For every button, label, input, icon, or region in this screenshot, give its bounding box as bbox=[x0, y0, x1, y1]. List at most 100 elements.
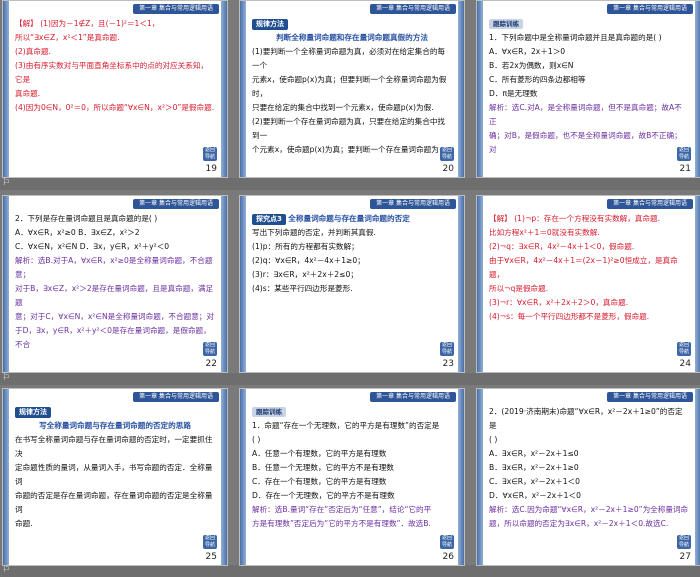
slide-text-line: 由于∀x∈R，4x²－4x＋1＝(2x－1)²≥0恒成立，是真命题， bbox=[489, 256, 678, 279]
return-nav-button[interactable]: 返回导航 bbox=[440, 342, 454, 356]
page-number: 25 bbox=[205, 552, 217, 562]
slide-text-line: 写出下列命题的否定，并判断其真假. bbox=[252, 228, 376, 237]
slide-text-line: (4)¬s：每一个平行四边形都不是菱形，假命题. bbox=[489, 312, 650, 321]
slide-text-line: 1．命题“存在一个无理数，它的平方是有理数”的否定是 bbox=[252, 421, 440, 430]
slide-text-line: 比如方程x²＋1＝0就没有实数解. bbox=[489, 228, 600, 237]
slide-text-line: 方是有理数”否定后为“它的平方不是有理数”．故选B. bbox=[252, 519, 431, 528]
page-number: 24 bbox=[679, 359, 691, 369]
slide-text-line: 命题的否定是存在量词命题，存在量词命题的否定是全称量词 bbox=[15, 491, 213, 514]
slide-text-line: 解析：选B.量词“存在”否定后为“任意”，结论“它的平 bbox=[252, 505, 432, 514]
return-nav-button[interactable]: 返回导航 bbox=[677, 147, 691, 161]
page-number: 19 bbox=[205, 164, 217, 174]
section-tag: 探究点3 bbox=[252, 214, 286, 225]
slide-text-line: 题，所以命题的否定为∃x∈R，x²－2x＋1＜0.故选C. bbox=[489, 519, 669, 528]
slide-text-line: 【解】 (1)¬p：存在一个方程没有实数解，真命题. bbox=[489, 214, 661, 223]
slide-left-border bbox=[240, 1, 246, 177]
slide-text-line: D．π是无理数 bbox=[489, 89, 538, 98]
flag-icon[interactable]: ⚐ bbox=[2, 565, 10, 575]
slide-left-border bbox=[477, 1, 483, 177]
slide-text-line: 所以“∃x∈Z，x²＜1”是真命题. bbox=[15, 33, 120, 42]
section-tag: 跟踪训练 bbox=[489, 19, 523, 29]
slide-thumbnail[interactable]: 第一章 集合与常用逻辑用语 规律方法 写全称量词命题与存在量词命题的否定的思路 在书… bbox=[2, 388, 228, 566]
return-nav-button[interactable]: 返回导航 bbox=[677, 342, 691, 356]
slide-thumbnail[interactable]: 第一章 集合与常用逻辑用语 【解】 (1)因为－1∉Z，且(－1)²＝1＜1， 所以… bbox=[2, 0, 228, 178]
slide-text-line: 所以¬q是假命题. bbox=[489, 284, 549, 293]
slide-text-line: (4)s：某些平行四边形是菱形. bbox=[252, 284, 353, 293]
slide-thumbnail[interactable]: 第一章 集合与常用逻辑用语 跟踪训练 1．下列命题中是全称量词命题并且是真命题的是… bbox=[476, 0, 700, 178]
slide-text-line: 2．(2019·济南期末)命题“∀x∈R，x²－2x＋1≥0”的否定是 bbox=[489, 407, 683, 430]
return-nav-button[interactable]: 返回导航 bbox=[203, 342, 217, 356]
return-nav-button[interactable]: 返回导航 bbox=[203, 535, 217, 549]
section-tag: 跟踪训练 bbox=[252, 407, 286, 417]
slide-text-line: C．∃x∈R，x²－2x＋1＜0 bbox=[489, 477, 580, 486]
page-number: 22 bbox=[205, 359, 217, 369]
slide-right-border bbox=[695, 389, 700, 565]
page-number: 21 bbox=[679, 164, 691, 174]
slide-text-line: 解析：选C.因为命题“∀x∈R，x²－2x＋1≥0”为全称量词命 bbox=[489, 505, 689, 514]
slide-body: 跟踪训练 1．命题“存在一个无理数，它的平方是有理数”的否定是 ( ) A．任意一个… bbox=[252, 405, 452, 545]
page-number: 20 bbox=[442, 164, 454, 174]
slide-left-border bbox=[3, 196, 9, 372]
row-divider: ⚐ bbox=[0, 565, 700, 577]
slide-thumbnail[interactable]: 第一章 集合与常用逻辑用语 探究点3 全称量词命题与存在量词命题的否定 写出下列命题… bbox=[239, 195, 465, 373]
slide-left-border bbox=[477, 196, 483, 372]
section-title: 全称量词命题与存在量词命题的否定 bbox=[288, 214, 410, 223]
slide-right-border bbox=[221, 389, 227, 565]
flag-icon[interactable]: ⚐ bbox=[2, 178, 10, 188]
slide-right-border bbox=[221, 1, 227, 177]
slide-text-line: A．任意一个有理数，它的平方是有理数 bbox=[252, 449, 387, 458]
slide-text-line: (2)要判断一个存在量词命题为真，只要在给定的集合中找到一 bbox=[252, 117, 446, 140]
slide-text-line: B．∃x∈R，x²－2x＋1≥0 bbox=[489, 463, 579, 472]
slide-text-line: 意；对于C，∀x∈N，x²∈N是全称量词命题，不合题意；对 bbox=[15, 312, 214, 321]
slide-right-border bbox=[221, 196, 227, 372]
slide-text-line: 解析：选C.对A，是全称量词命题，但不是真命题；故A不正 bbox=[489, 103, 682, 126]
slide-text-line: D．存在一个无理数，它的平方不是有理数 bbox=[252, 491, 395, 500]
return-nav-button[interactable]: 返回导航 bbox=[203, 147, 217, 161]
slide-text-line: 只要在给定的集合中找到一个元素x，使命题p(x)为假. bbox=[252, 103, 434, 112]
flag-icon[interactable]: ⚐ bbox=[2, 373, 10, 383]
slide-text-line: C．所有菱形的四条边都相等 bbox=[489, 75, 586, 84]
slide-thumbnail[interactable]: 第一章 集合与常用逻辑用语 跟踪训练 1．命题“存在一个无理数，它的平方是有理数”… bbox=[239, 388, 465, 566]
chapter-header: 第一章 集合与常用逻辑用语 bbox=[133, 199, 219, 209]
slide-text-line: (1)p：所有的方程都有实数解； bbox=[252, 242, 359, 251]
section-title: 判断全称量词命题和存在量词命题真假的方法 bbox=[276, 33, 428, 42]
slide-text-line: 在书写全称量词命题与存在量词命题的否定时，一定要抓住决 bbox=[15, 435, 213, 458]
slide-text-line: (2)¬q：∃x∈R，4x²－4x＋1＜0，假命题. bbox=[489, 242, 635, 251]
slide-text-line: 命题. bbox=[15, 519, 33, 528]
return-nav-button[interactable]: 返回导航 bbox=[440, 147, 454, 161]
slide-thumbnail[interactable]: 第一章 集合与常用逻辑用语 2．(2019·济南期末)命题“∀x∈R，x²－2x＋… bbox=[476, 388, 700, 566]
page-number: 27 bbox=[679, 552, 691, 562]
row-divider: ⚐ bbox=[0, 178, 700, 190]
slide-text-line: 对于B，∃x∈Z，x²＞2是存在量词命题，且是真命题，满足题 bbox=[15, 284, 214, 307]
slide-left-border bbox=[240, 196, 246, 372]
slide-body: 探究点3 全称量词命题与存在量词命题的否定写出下列命题的否定，并判断其真假. (1… bbox=[252, 212, 452, 352]
slide-text-line: (2)真命题. bbox=[15, 47, 51, 56]
chapter-header: 第一章 集合与常用逻辑用语 bbox=[607, 199, 693, 209]
slide-text-line: A．∀x∈R，x²≥0 B．∃x∈Z，x²＞2 bbox=[15, 228, 140, 237]
slide-body: 规律方法 判断全称量词命题和存在量词命题真假的方法 (1)要判断一个全称量词命题为… bbox=[252, 17, 452, 157]
slide-text-line: ( ) bbox=[252, 435, 261, 444]
slide-right-border bbox=[695, 1, 700, 177]
slide-text-line: C．∀x∈N，x²∈N D．∃x，y∈R，x²＋y²＜0 bbox=[15, 242, 170, 251]
slide-thumbnail[interactable]: 第一章 集合与常用逻辑用语【解】 (1)¬p：存在一个方程没有实数解，真命题. 比… bbox=[476, 195, 700, 373]
slide-body: 【解】 (1)¬p：存在一个方程没有实数解，真命题. 比如方程x²＋1＝0就没有实… bbox=[489, 212, 689, 352]
slide-text-line: A．∀x∈R，2x＋1＞0 bbox=[489, 47, 566, 56]
slide-thumbnail[interactable]: 第一章 集合与常用逻辑用语 规律方法 判断全称量词命题和存在量词命题真假的方法 (1… bbox=[239, 0, 465, 178]
slide-text-line: 【解】 (1)因为－1∉Z，且(－1)²＝1＜1， bbox=[15, 19, 160, 28]
slide-thumbnail[interactable]: 第一章 集合与常用逻辑用语 2．下列是存在量词命题且是真命题的是( ) A．∀x∈R… bbox=[2, 195, 228, 373]
return-nav-button[interactable]: 返回导航 bbox=[440, 535, 454, 549]
slide-left-border bbox=[3, 389, 9, 565]
slide-text-line: (2)q：∀x∈R，4x²－4x＋1≥0； bbox=[252, 256, 365, 265]
chapter-header: 第一章 集合与常用逻辑用语 bbox=[607, 392, 693, 402]
page-number: 26 bbox=[442, 552, 454, 562]
slide-body: 跟踪训练 1．下列命题中是全称量词命题并且是真命题的是( ) A．∀x∈R，2x＋… bbox=[489, 17, 689, 157]
slide-text-line: 于D，∃x，y∈R，x²＋y²＜0是存在量词命题，是假命题，不合 bbox=[15, 326, 211, 349]
section-tag: 规律方法 bbox=[15, 407, 51, 418]
slide-text-line: 解析：选B.对于A，∀x∈R，x²≥0是全称量词命题，不合题意； bbox=[15, 256, 213, 279]
return-nav-button[interactable]: 返回导航 bbox=[677, 535, 691, 549]
slide-text-line: (1)要判断一个全称量词命题为真，必须对在给定集合的每一个 bbox=[252, 47, 446, 70]
slide-text-line: 2．下列是存在量词命题且是真命题的是( ) bbox=[15, 214, 158, 223]
slide-body: 2．(2019·济南期末)命题“∀x∈R，x²－2x＋1≥0”的否定是 ( ) A．… bbox=[489, 405, 689, 545]
slide-text-line: 个元素x，使命题p(x)为真；要判断一个存在量词命题为假， bbox=[252, 145, 439, 154]
slide-text-line: B．任意一个无理数，它的平方不是有理数 bbox=[252, 463, 394, 472]
